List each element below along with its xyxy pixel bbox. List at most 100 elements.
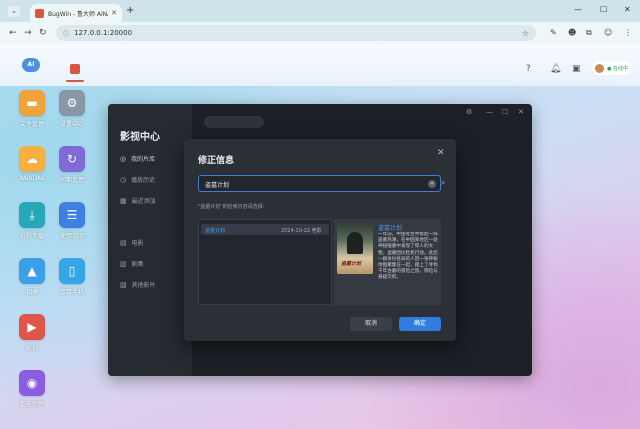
refresh-icon: ↻: [59, 146, 85, 172]
profile-icon[interactable]: ☺: [604, 28, 612, 38]
sidebar-item-series[interactable]: ▥ 剧集: [120, 259, 144, 269]
extensions-icon[interactable]: ⧉: [586, 28, 592, 38]
download-icon: ⤓: [19, 202, 45, 228]
new-tab-icon[interactable]: +: [126, 6, 134, 16]
reload-icon[interactable]: ↻: [39, 27, 47, 39]
sidebar-item-recent[interactable]: ▦ 最近添加: [120, 196, 156, 206]
cancel-button[interactable]: 取消: [350, 317, 392, 331]
desktop-icon-movies[interactable]: ▶ 影视: [8, 314, 56, 352]
nas-topbar: AI ? 🔔︎ ▣ ● 在线中: [0, 44, 640, 86]
list-item[interactable]: 盗墓计划 2024-10-22 电影: [201, 224, 329, 235]
poster-figure: [347, 232, 363, 254]
desktop-icon-label: 智能助理: [19, 401, 44, 408]
result-detail-panel: 盗墓计划 盗墓计划 一年前，中国考古界掀起一阵盗墓热潮，在中国某地区一处神秘陵墓…: [334, 219, 441, 305]
close-icon[interactable]: ✕: [437, 148, 445, 158]
close-tab-icon[interactable]: ✕: [111, 9, 117, 17]
series-icon: ▥: [120, 259, 127, 268]
search-icon[interactable]: ⌕: [441, 178, 445, 188]
app-minimize-icon[interactable]: —: [486, 108, 493, 116]
detail-title: 盗墓计划: [378, 225, 403, 232]
dialog-title: 修正信息: [198, 156, 235, 166]
clear-icon[interactable]: ✕: [428, 180, 436, 188]
address-bar-row: ← → ↻ ⓘ 127.0.0.1:20000 ☆ ✎ ☻ ⧉ ☺ ⋮: [0, 22, 640, 44]
app-sidebar: 影视中心 ◎ 我的片库 ◷ 播放历史 ▦ 最近添加 ▤ 电影 ▥ 剧集 ▧ 其他…: [108, 104, 192, 376]
avatar: [595, 63, 604, 73]
url-input[interactable]: ⓘ 127.0.0.1:20000 ☆: [56, 25, 536, 41]
desktop-icon-connect-phone[interactable]: ▯ 连接手机: [48, 258, 96, 296]
sidebar-item-movies[interactable]: ▤ 电影: [120, 238, 144, 248]
nas-logo[interactable]: AI: [22, 58, 40, 72]
search-hint: "盗墓计划"的检索内容请选择:: [198, 204, 265, 210]
tab-search-icon[interactable]: ⌄: [8, 6, 20, 17]
forward-icon[interactable]: →: [24, 27, 32, 39]
running-app-movie-icon[interactable]: [70, 64, 80, 74]
help-icon[interactable]: ?: [526, 63, 531, 75]
desktop-icon-settings[interactable]: ⚙ 设置中心: [48, 90, 96, 128]
desktop-icon-assistant[interactable]: ◉ 智能助理: [8, 370, 56, 408]
tab-title: BugWin - 鲁大师 AiNAS: [48, 10, 108, 18]
recent-icon: ▦: [120, 196, 127, 205]
result-title: 盗墓计划: [205, 228, 226, 234]
browser-tab-bar: ⌄ BugWin - 鲁大师 AiNAS ✕ + — ☐ ✕: [0, 0, 640, 22]
sidebar-item-label: 我的片库: [131, 156, 156, 163]
minimize-icon[interactable]: —: [574, 5, 582, 15]
detail-description: 一年前，中国考古界掀起一阵盗墓热潮，在中国某地区一处神秘陵墓中发现了惊人的文物，…: [378, 232, 438, 281]
app-search-input[interactable]: [204, 116, 264, 128]
sidebar-item-other[interactable]: ▧ 其他影片: [120, 280, 156, 290]
other-icon: ▧: [120, 280, 127, 289]
desktop-icon-label: 使用说明: [59, 233, 84, 240]
user-status-text: ● 在线中: [607, 65, 628, 72]
desktop-icon-manual[interactable]: ☰ 使用说明: [48, 202, 96, 240]
app-close-icon[interactable]: ✕: [518, 108, 524, 116]
browser-tab[interactable]: BugWin - 鲁大师 AiNAS ✕: [30, 4, 122, 22]
photo-icon: ▲: [19, 258, 45, 284]
confirm-button[interactable]: 确定: [399, 317, 441, 331]
cloud-folder-icon: ☁: [19, 146, 45, 172]
storage-icon[interactable]: ▣: [572, 63, 581, 75]
manual-icon: ☰: [59, 202, 85, 228]
site-info-icon[interactable]: ⓘ: [63, 29, 69, 38]
close-window-icon[interactable]: ✕: [624, 5, 631, 15]
sidebar-item-history[interactable]: ◷ 播放历史: [120, 175, 156, 185]
url-text: 127.0.0.1:20000: [74, 29, 133, 37]
result-date: 2024-10-22 电影: [281, 228, 322, 234]
sidebar-item-label: 剧集: [131, 261, 144, 268]
search-value: 盗墓计划: [205, 182, 230, 189]
play-icon: ▶: [19, 314, 45, 340]
app-maximize-icon[interactable]: ☐: [502, 108, 508, 116]
desktop-icon-label: 同期反馈: [59, 177, 84, 184]
sidebar-item-label: 播放历史: [131, 177, 156, 184]
search-results-list: 盗墓计划 2024-10-22 电影: [198, 219, 332, 305]
library-icon: ◎: [120, 154, 127, 163]
sidebar-item-label: 最近添加: [131, 198, 156, 205]
movie-poster: 盗墓计划: [337, 222, 373, 274]
running-app-indicator: [66, 80, 84, 82]
app-settings-icon[interactable]: ⚙: [466, 108, 472, 116]
account-icon[interactable]: ☻: [568, 28, 576, 38]
menu-icon[interactable]: ⋮: [624, 28, 632, 38]
sidebar-item-library[interactable]: ◎ 我的片库: [120, 154, 156, 164]
assistant-icon: ◉: [19, 370, 45, 396]
extension-icon[interactable]: ✎: [550, 28, 557, 38]
search-input[interactable]: 盗墓计划 ✕ ⌕: [198, 175, 445, 192]
favicon-icon: [35, 8, 44, 18]
edit-info-dialog: 修正信息 ✕ 盗墓计划 ✕ ⌕ "盗墓计划"的检索内容请选择: 盗墓计划 202…: [184, 139, 456, 341]
back-icon[interactable]: ←: [9, 27, 17, 39]
desktop-icon-label: 影视: [25, 345, 38, 352]
app-title: 影视中心: [120, 132, 160, 143]
maximize-icon[interactable]: ☐: [600, 5, 607, 15]
history-icon: ◷: [120, 175, 127, 184]
movie-icon: ▤: [120, 238, 127, 247]
poster-title: 盗墓计划: [341, 261, 362, 267]
user-status-badge[interactable]: ● 在线中: [592, 61, 632, 75]
gear-icon: ⚙: [59, 90, 85, 116]
bookmark-star-icon[interactable]: ☆: [522, 29, 529, 38]
sidebar-item-label: 电影: [131, 240, 144, 247]
desktop-icon-feedback[interactable]: ↻ 同期反馈: [48, 146, 96, 184]
desktop-icon-label: 设置中心: [59, 121, 84, 128]
notification-bell-icon[interactable]: 🔔︎: [550, 63, 561, 75]
folder-icon: ▬: [19, 90, 45, 116]
sidebar-item-label: 其他影片: [131, 282, 156, 289]
desktop-icon-label: 连接手机: [59, 289, 84, 296]
phone-icon: ▯: [59, 258, 85, 284]
